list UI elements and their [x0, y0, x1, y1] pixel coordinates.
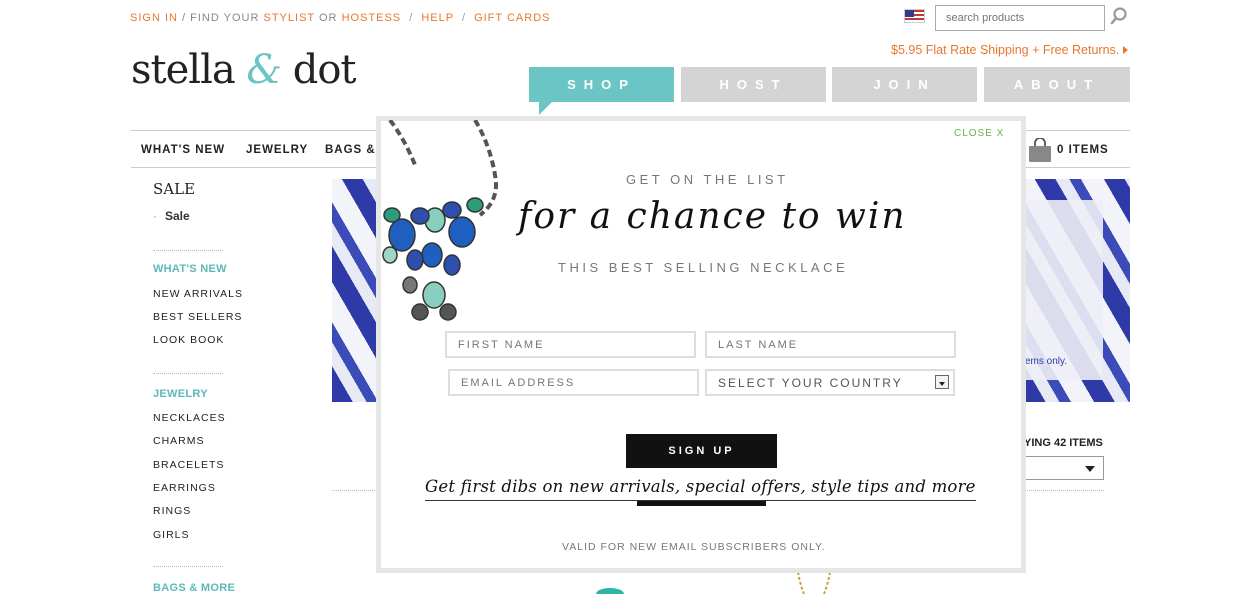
modal-tagline: Get first dibs on new arrivals, special … — [425, 477, 976, 501]
sidebar-item-earrings[interactable]: EARRINGS — [153, 482, 216, 494]
tab-about[interactable]: ABOUT — [984, 67, 1130, 102]
sidebar-heading-bags-more[interactable]: BAGS & MORE — [153, 582, 235, 594]
sidebar-item-best-sellers[interactable]: BEST SELLERS — [153, 311, 242, 323]
tab-shop[interactable]: SHOP — [529, 67, 674, 102]
logo-text: stella — [131, 47, 247, 93]
divider — [1024, 490, 1104, 491]
sidebar-item-look-book[interactable]: LOOK BOOK — [153, 334, 224, 346]
promo-text: $5.95 Flat Rate Shipping + Free Returns. — [891, 43, 1120, 57]
logo[interactable]: stella & dot — [131, 47, 357, 93]
arrow-right-icon — [1123, 46, 1129, 54]
country-select[interactable]: SELECT YOUR COUNTRY — [705, 369, 955, 396]
utility-links: SIGN IN / FIND YOUR STYLIST OR HOSTESS /… — [130, 12, 550, 24]
sidebar-item-girls[interactable]: GIRLS — [153, 529, 190, 541]
divider — [332, 490, 377, 491]
modal-eyebrow: GET ON THE LIST — [626, 172, 789, 187]
sign-up-button[interactable]: SIGN UP — [626, 434, 777, 468]
last-name-field[interactable] — [705, 331, 956, 358]
search-input[interactable] — [935, 5, 1105, 31]
find-your-text: / FIND YOUR — [182, 12, 260, 24]
sidebar-item-sale[interactable]: Sale — [165, 209, 190, 223]
modal-disclaimer: VALID FOR NEW EMAIL SUBSCRIBERS ONLY. — [562, 541, 826, 553]
shopping-bag-icon[interactable] — [1027, 138, 1053, 163]
sort-select[interactable] — [1022, 456, 1104, 480]
close-modal-button[interactable]: CLOSE X — [954, 128, 1004, 139]
shipping-promo-link[interactable]: $5.95 Flat Rate Shipping + Free Returns. — [891, 43, 1129, 57]
separator: / — [409, 12, 414, 24]
help-link[interactable]: HELP — [421, 12, 454, 24]
sidebar-heading-jewelry[interactable]: JEWELRY — [153, 388, 208, 400]
search-icon[interactable] — [1110, 7, 1128, 25]
category-bags[interactable]: BAGS & — [325, 144, 376, 156]
gift-cards-link[interactable]: GIFT CARDS — [474, 12, 550, 24]
divider — [153, 373, 223, 374]
sidebar-item-necklaces[interactable]: NECKLACES — [153, 412, 226, 424]
tab-pointer — [539, 101, 553, 115]
category-jewelry[interactable]: JEWELRY — [246, 144, 308, 156]
logo-text: dot — [281, 47, 357, 93]
showing-count: YING 42 ITEMS — [1024, 437, 1103, 449]
bullet: · — [153, 209, 157, 223]
stylist-link[interactable]: STYLIST — [264, 12, 315, 24]
separator: / — [461, 12, 466, 24]
hostess-link[interactable]: HOSTESS — [342, 12, 402, 24]
logo-ampersand: & — [246, 47, 282, 93]
sidebar-title: SALE — [153, 180, 196, 198]
first-name-field[interactable] — [445, 331, 696, 358]
modal-subhead: THIS BEST SELLING NECKLACE — [558, 260, 849, 275]
us-flag-icon[interactable] — [904, 9, 925, 23]
tab-join[interactable]: JOIN — [832, 67, 977, 102]
category-whats-new[interactable]: WHAT'S NEW — [141, 144, 225, 156]
sidebar-item-new-arrivals[interactable]: NEW ARRIVALS — [153, 288, 243, 300]
modal-headline: for a chance to win — [518, 196, 907, 237]
necklace-image — [382, 120, 498, 321]
sidebar-item-rings[interactable]: RINGS — [153, 505, 191, 517]
banner-text: ems only. — [1025, 356, 1068, 367]
tab-host[interactable]: HOST — [681, 67, 826, 102]
cart-count[interactable]: 0 ITEMS — [1057, 144, 1109, 156]
or-text: OR — [319, 12, 338, 24]
sidebar-item-bracelets[interactable]: BRACELETS — [153, 459, 224, 471]
sidebar-item-charms[interactable]: CHARMS — [153, 435, 205, 447]
sidebar-heading-whats-new[interactable]: WHAT'S NEW — [153, 263, 227, 275]
divider — [153, 566, 223, 567]
product-thumbnail[interactable] — [590, 580, 630, 594]
divider — [153, 250, 223, 251]
product-thumbnail[interactable] — [790, 572, 840, 594]
email-field[interactable] — [448, 369, 699, 396]
chevron-down-icon[interactable] — [935, 375, 949, 389]
sign-in-link[interactable]: SIGN IN — [130, 12, 178, 24]
